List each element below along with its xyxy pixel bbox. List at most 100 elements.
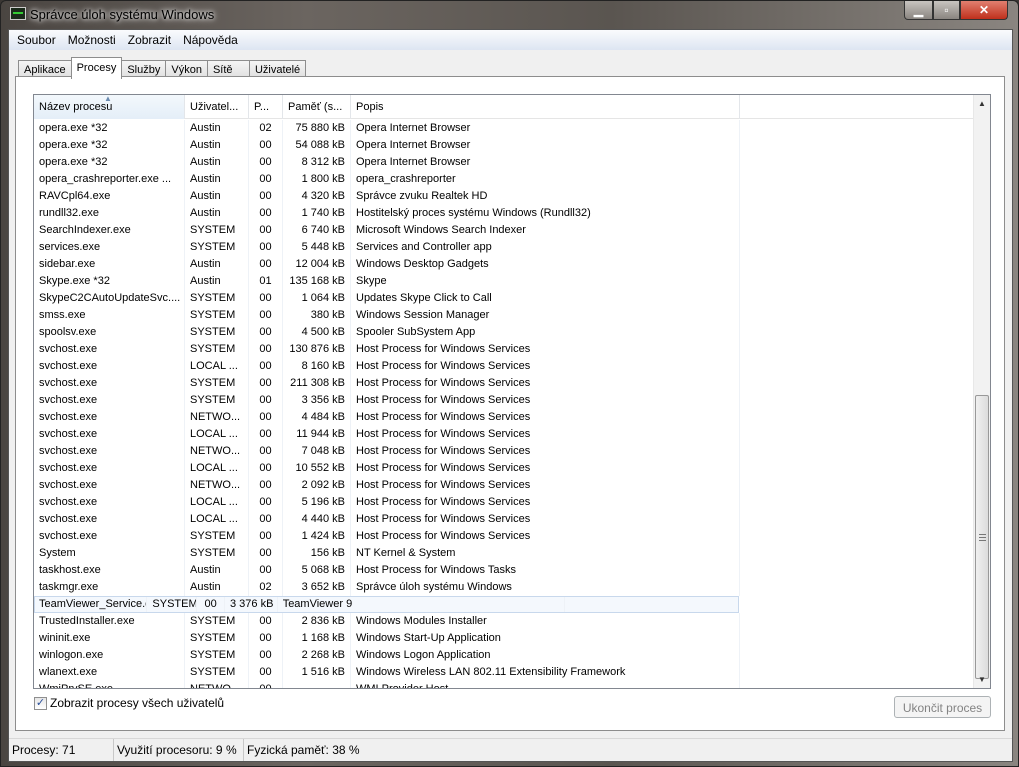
process-description: Windows Modules Installer [351, 613, 740, 630]
process-name: svchost.exe [34, 494, 185, 511]
column-header-cpu[interactable]: P... [249, 95, 283, 119]
table-row[interactable]: Skype.exe *32 Austin 01 135 168 kB Skype [34, 273, 974, 290]
process-cpu: 00 [249, 511, 283, 528]
process-description: Windows Wireless LAN 802.11 Extensibilit… [351, 664, 740, 681]
table-row[interactable]: svchost.exe NETWO... 00 7 048 kB Host Proces… [34, 443, 974, 460]
table-row[interactable]: TrustedInstaller.exe SYSTEM 00 2 836 kB Wind… [34, 613, 974, 630]
scroll-thumb[interactable] [975, 395, 989, 679]
process-description: Host Process for Windows Tasks [351, 562, 740, 579]
menu-soubor[interactable]: Soubor [11, 30, 62, 50]
table-row[interactable]: svchost.exe LOCAL ... 00 8 160 kB Host Proce… [34, 358, 974, 375]
table-row[interactable]: services.exe SYSTEM 00 5 448 kB Services and… [34, 239, 974, 256]
process-user: SYSTEM [185, 307, 249, 324]
process-memory: 75 880 kB [283, 120, 351, 137]
process-memory: 11 944 kB [283, 426, 351, 443]
table-row[interactable]: svchost.exe NETWO... 00 4 484 kB Host Proces… [34, 409, 974, 426]
process-name: RAVCpl64.exe [34, 188, 185, 205]
table-row[interactable]: SearchIndexer.exe SYSTEM 00 6 740 kB Microso… [34, 222, 974, 239]
process-name: svchost.exe [34, 443, 185, 460]
process-description: Správce úloh systému Windows [351, 579, 740, 596]
table-row[interactable]: svchost.exe SYSTEM 00 130 876 kB Host Proces… [34, 341, 974, 358]
table-row[interactable]: wlanext.exe SYSTEM 00 1 516 kB Windows Wirel… [34, 664, 974, 681]
table-row[interactable]: spoolsv.exe SYSTEM 00 4 500 kB Spooler SubSy… [34, 324, 974, 341]
process-user: Austin [185, 188, 249, 205]
menu-moznosti[interactable]: Možnosti [62, 30, 122, 50]
checkbox-check-icon[interactable]: ✓ [34, 696, 47, 710]
table-row[interactable]: taskhost.exe Austin 00 5 068 kB Host Process… [34, 562, 974, 579]
process-name: SearchIndexer.exe [34, 222, 185, 239]
show-all-users-checkbox[interactable]: ✓ Zobrazit procesy všech uživatelů [34, 696, 224, 710]
close-button[interactable]: ✕ [960, 1, 1008, 20]
show-all-users-label: Zobrazit procesy všech uživatelů [50, 696, 225, 710]
end-process-button[interactable]: Ukončit proces [894, 696, 991, 718]
table-row[interactable]: svchost.exe LOCAL ... 00 11 944 kB Host Proc… [34, 426, 974, 443]
process-cpu: 02 [249, 579, 283, 596]
table-row[interactable]: opera.exe *32 Austin 00 8 312 kB Opera Inter… [34, 154, 974, 171]
blank-cell [740, 137, 974, 154]
scroll-down-arrow-icon[interactable]: ▼ [974, 671, 990, 688]
process-name: opera.exe *32 [34, 137, 185, 154]
table-row[interactable]: svchost.exe SYSTEM 00 1 424 kB Host Process … [34, 528, 974, 545]
column-header-memory[interactable]: Paměť (s... [283, 95, 351, 119]
process-description: TeamViewer 9 [277, 596, 566, 613]
blank-cell [740, 222, 974, 239]
vertical-scrollbar[interactable]: ▲ ▼ [973, 95, 990, 688]
process-memory: 4 320 kB [283, 188, 351, 205]
menu-napoveda[interactable]: Nápověda [177, 30, 244, 50]
table-row[interactable]: TeamViewer_Service.exe ...SYSTEM003 376 … [34, 596, 740, 613]
table-row[interactable]: svchost.exe NETWO... 00 2 092 kB Host Proces… [34, 477, 974, 494]
table-row[interactable]: System SYSTEM 00 156 kB NT Kernel & System [34, 545, 974, 562]
process-list[interactable]: ▲ Název procesu Uživatel... P... Paměť (s… [33, 94, 991, 689]
table-row[interactable]: opera_crashreporter.exe ... Austin 00 1 800… [34, 171, 974, 188]
process-memory: 1 800 kB [283, 171, 351, 188]
table-row[interactable]: sidebar.exe Austin 00 12 004 kB Windows Desk… [34, 256, 974, 273]
process-description: WMI Provider Host [351, 681, 740, 688]
processes-panel: ▲ Název procesu Uživatel... P... Paměť (s… [15, 76, 1005, 731]
column-header-name[interactable]: ▲ Název procesu [34, 95, 185, 119]
title-bar[interactable]: Správce úloh systému Windows ▁ ▫ ✕ [1, 1, 1018, 27]
table-row[interactable]: RAVCpl64.exe Austin 00 4 320 kB Správce zvuk… [34, 188, 974, 205]
menu-bar: Soubor Možnosti Zobrazit Nápověda [9, 30, 1012, 50]
table-row[interactable]: rundll32.exe Austin 00 1 740 kB Hostitelský … [34, 205, 974, 222]
table-row[interactable]: opera.exe *32 Austin 00 54 088 kB Opera Inte… [34, 137, 974, 154]
table-row[interactable]: opera.exe *32 Austin 02 75 880 kB Opera Inte… [34, 120, 974, 137]
process-cpu: 00 [249, 154, 283, 171]
table-row[interactable]: svchost.exe LOCAL ... 00 10 552 kB Host Proc… [34, 460, 974, 477]
table-row[interactable]: WmiPrvSE.exe NETWO... 00 WMI Provider Host [34, 681, 974, 688]
process-cpu: 00 [249, 409, 283, 426]
process-description: Host Process for Windows Services [351, 392, 740, 409]
table-row[interactable]: wininit.exe SYSTEM 00 1 168 kB Windows Start… [34, 630, 974, 647]
blank-cell [740, 307, 974, 324]
process-name: opera.exe *32 [34, 120, 185, 137]
table-row[interactable]: winlogon.exe SYSTEM 00 2 268 kB Windows Logo… [34, 647, 974, 664]
process-memory: 156 kB [283, 545, 351, 562]
table-row[interactable]: svchost.exe LOCAL ... 00 5 196 kB Host Proce… [34, 494, 974, 511]
process-user: SYSTEM [185, 664, 249, 681]
process-memory: 3 652 kB [283, 579, 351, 596]
table-row[interactable]: svchost.exe SYSTEM 00 211 308 kB Host Proces… [34, 375, 974, 392]
process-cpu: 02 [249, 120, 283, 137]
maximize-button[interactable]: ▫ [933, 1, 960, 20]
process-description: Host Process for Windows Services [351, 494, 740, 511]
table-row[interactable]: svchost.exe SYSTEM 00 3 356 kB Host Process … [34, 392, 974, 409]
table-row[interactable]: SkypeC2CAutoUpdateSvc.... SYSTEM 00 1 064 k… [34, 290, 974, 307]
process-description: Host Process for Windows Services [351, 477, 740, 494]
minimize-button[interactable]: ▁ [904, 1, 933, 20]
column-header-description[interactable]: Popis [351, 95, 740, 119]
process-cpu: 00 [197, 596, 225, 613]
process-user: Austin [185, 205, 249, 222]
scroll-up-arrow-icon[interactable]: ▲ [974, 95, 990, 112]
process-name: opera.exe *32 [34, 154, 185, 171]
column-header-user[interactable]: Uživatel... [185, 95, 249, 119]
blank-cell [740, 579, 974, 596]
table-row[interactable]: svchost.exe LOCAL ... 00 4 440 kB Host Proce… [34, 511, 974, 528]
table-row[interactable]: smss.exe SYSTEM 00 380 kB Windows Session Ma… [34, 307, 974, 324]
tab-procesy[interactable]: Procesy [70, 57, 123, 79]
table-row[interactable]: taskmgr.exe Austin 02 3 652 kB Správce úloh … [34, 579, 974, 596]
process-rows: opera.exe *32 Austin 02 75 880 kB Opera Inte… [34, 120, 974, 688]
process-user: SYSTEM [185, 545, 249, 562]
process-description: Windows Session Manager [351, 307, 740, 324]
process-user: SYSTEM [185, 290, 249, 307]
process-description: Microsoft Windows Search Indexer [351, 222, 740, 239]
menu-zobrazit[interactable]: Zobrazit [122, 30, 177, 50]
